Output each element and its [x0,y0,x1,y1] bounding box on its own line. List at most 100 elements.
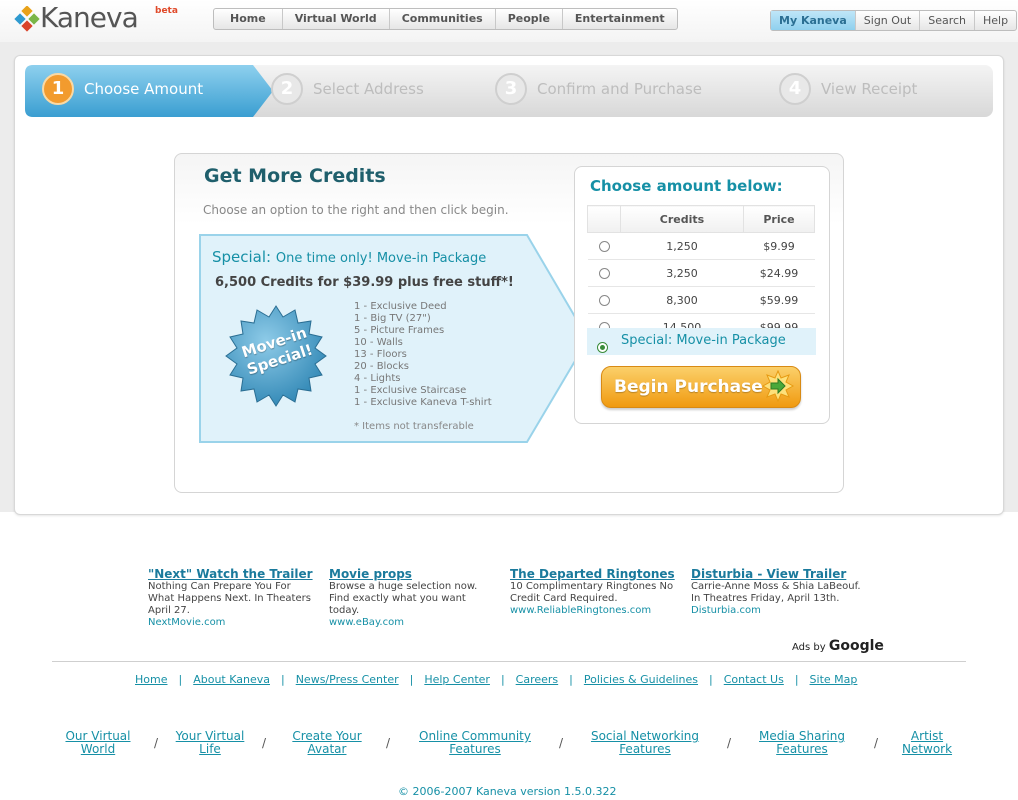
footer-link-virtual-life[interactable]: Your Virtual Life [168,730,252,756]
footer-link-policies[interactable]: Policies & Guidelines [584,673,698,686]
step-3: 3 Confirm and Purchase [495,73,702,105]
footer-link-careers[interactable]: Careers [516,673,559,686]
credits-cell: 3,250 [620,259,744,287]
page-subtitle: Choose an option to the right and then c… [203,203,509,217]
list-item: 1 - Exclusive Staircase [354,385,467,396]
ad-title[interactable]: The Departed Ringtones [510,568,680,580]
step-label: View Receipt [821,80,918,98]
page-title: Get More Credits [204,165,386,187]
footer-link-artist-network[interactable]: Artist Network [896,730,958,756]
ad-title[interactable]: "Next" Watch the Trailer [148,568,318,580]
list-item: 5 - Picture Frames [354,325,445,336]
list-item: 1 - Exclusive Deed [354,301,447,312]
price-cell: $9.99 [743,232,815,260]
nav-my-kaneva[interactable]: My Kaneva [771,11,856,30]
logo-text[interactable]: Kaneva [40,1,139,34]
copyright: © 2006-2007 Kaneva version 1.5.0.322 [398,785,617,798]
ad-title[interactable]: Disturbia - View Trailer [691,568,861,580]
table-row[interactable]: 3,250 $24.99 [587,259,815,287]
footer-link-sitemap[interactable]: Site Map [810,673,858,686]
step-label: Select Address [313,80,424,98]
footer-link-media-sharing[interactable]: Media Sharing Features [752,730,852,756]
nav-search[interactable]: Search [920,11,976,30]
footer-link-virtual-world[interactable]: Our Virtual World [60,730,136,756]
package-items-list: 1 - Exclusive Deed 1 - Big TV (27") 5 - … [354,301,492,409]
begin-purchase-label: Begin Purchase [614,377,763,397]
list-item: 10 - Walls [354,337,403,348]
list-item: 1 - Big TV (27") [354,313,431,324]
table-header: Credits Price [587,205,815,233]
ad-item[interactable]: The Departed Ringtones 10 Complimentary … [510,568,680,617]
credits-cell: 1,250 [620,232,744,260]
transfer-note: * Items not transferable [354,421,474,432]
list-item: 13 - Floors [354,349,407,360]
ad-item[interactable]: "Next" Watch the Trailer Nothing Can Pre… [148,568,318,629]
footer-link-about[interactable]: About Kaneva [193,673,270,686]
step-number: 3 [495,73,527,105]
ad-body: 10 Complimentary Ringtones No Credit Car… [510,581,674,604]
nav-sign-out[interactable]: Sign Out [856,11,921,30]
ad-url[interactable]: www.ReliableRingtones.com [510,605,651,616]
list-item: 20 - Blocks [354,361,409,372]
nav-virtual-world[interactable]: Virtual World [283,9,390,29]
step-4: 4 View Receipt [779,73,917,105]
credits-radio[interactable] [598,268,610,279]
price-cell: $59.99 [743,286,815,314]
step-1: 1 Choose Amount [42,73,203,105]
amount-selector-title: Choose amount below: [590,177,783,195]
ad-body: Browse a huge selection now. Find exactl… [329,581,478,616]
nav-communities[interactable]: Communities [390,9,496,29]
ad-body: Nothing Can Prepare You For What Happens… [148,581,311,616]
special-option-label: Special: Move-in Package [621,333,786,348]
ads-by-google[interactable]: Ads by Google [792,638,884,654]
list-item: 4 - Lights [354,373,401,384]
special-offer-heading: Special: One time only! Move-in Package [212,248,486,266]
list-item: 1 - Exclusive Kaneva T-shirt [354,397,492,408]
beta-badge: beta [155,6,178,16]
footer-link-contact[interactable]: Contact Us [724,673,784,686]
nav-home[interactable]: Home [214,9,283,29]
special-name: One time only! Move-in Package [275,251,487,266]
footer-link-social-networking[interactable]: Social Networking Features [584,730,706,756]
footer-link-news[interactable]: News/Press Center [296,673,399,686]
ad-url[interactable]: www.eBay.com [329,617,404,628]
step-label: Confirm and Purchase [537,80,702,98]
ad-item[interactable]: Movie props Browse a huge selection now.… [329,568,499,629]
footer-link-community-features[interactable]: Online Community Features [414,730,536,756]
footer-nav: Home | About Kaneva | News/Press Center | H… [135,673,858,686]
step-2: 2 Select Address [271,73,424,105]
step-number: 4 [779,73,811,105]
ad-title[interactable]: Movie props [329,568,499,580]
footer-link-home[interactable]: Home [135,673,167,686]
column-price: Price [743,205,815,233]
ad-item[interactable]: Disturbia - View Trailer Carrie-Anne Mos… [691,568,861,617]
user-nav: My Kaneva Sign Out Search Help [770,10,1018,31]
nav-entertainment[interactable]: Entertainment [563,9,677,29]
kaneva-logo-icon[interactable] [14,6,40,32]
arrow-right-icon [762,370,794,402]
footer-divider [52,661,966,662]
begin-purchase-button[interactable]: Begin Purchase [601,366,801,408]
price-cell: $24.99 [743,259,815,287]
step-number: 2 [271,73,303,105]
credits-radio[interactable] [598,295,610,306]
table-row[interactable]: 8,300 $59.99 [587,286,815,314]
credits-radio[interactable] [598,241,610,252]
special-radio[interactable] [597,342,608,353]
step-label: Choose Amount [84,80,204,98]
ad-url[interactable]: NextMovie.com [148,617,225,628]
main-nav: Home Virtual World Communities People En… [213,8,678,30]
special-offer-text: 6,500 Credits for $39.99 plus free stuff… [215,275,514,290]
credits-cell: 8,300 [620,286,744,314]
credits-table: Credits Price 1,250 $9.99 3,250 $24.99 8… [587,205,815,341]
nav-people[interactable]: People [496,9,563,29]
step-number: 1 [42,73,74,105]
footer-link-create-avatar[interactable]: Create Your Avatar [284,730,370,756]
table-row[interactable]: 1,250 $9.99 [587,232,815,260]
column-credits: Credits [620,205,744,233]
nav-help[interactable]: Help [975,11,1016,30]
google-logo: Google [828,638,884,654]
ad-body: Carrie-Anne Moss & Shia LaBeouf. In Thea… [691,581,861,604]
ad-url[interactable]: Disturbia.com [691,605,761,616]
footer-link-help[interactable]: Help Center [424,673,490,686]
